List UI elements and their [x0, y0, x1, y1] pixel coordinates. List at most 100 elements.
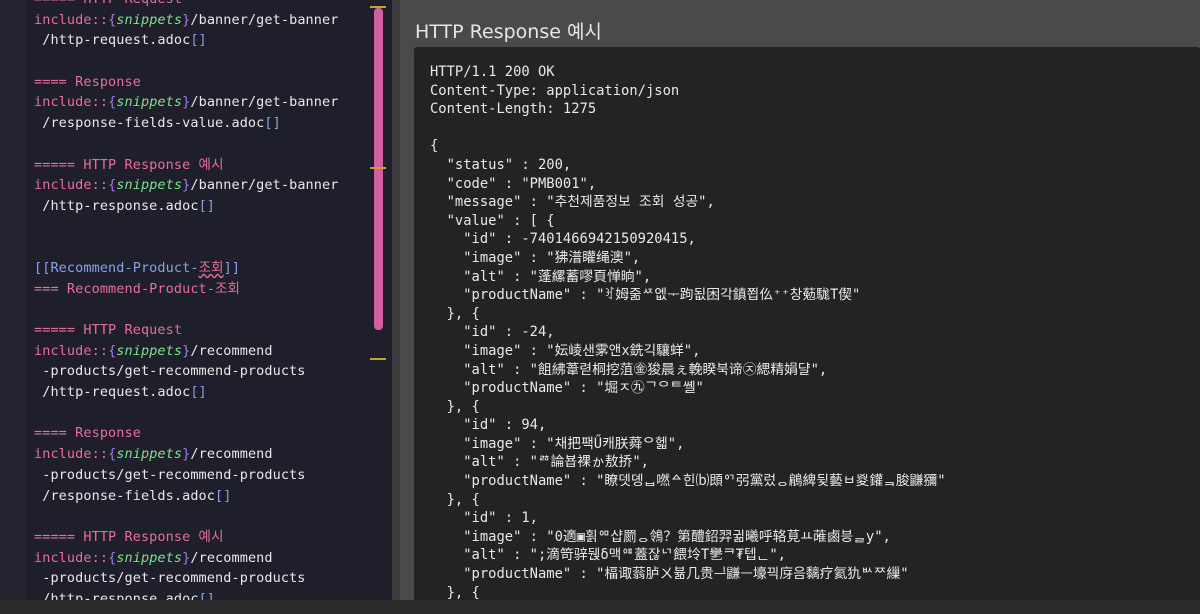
code-token: /banner/get-banner	[190, 94, 339, 111]
response-line: "image" : "妘崚샌雺앤x銑긱驤蛘",	[430, 342, 701, 359]
section-heading: HTTP Response 예시	[415, 21, 602, 43]
code-token: ]]	[223, 259, 241, 276]
editor-line[interactable]: include::{snippets}/banner/get-banner	[34, 92, 364, 113]
response-line: "id" : -7401466942150920415,	[430, 231, 696, 248]
response-code-block: HTTP/1.1 200 OK Content-Type: application…	[414, 47, 1200, 600]
editor-line[interactable]: include::{snippets}/banner/get-banner	[34, 10, 364, 31]
editor-line[interactable]: include::{snippets}/banner/get-banner	[34, 175, 364, 196]
editor-line[interactable]: ===== HTTP Request	[34, 0, 364, 10]
response-line: "message" : "추천제품정보 조회 성공",	[430, 194, 715, 211]
editor-line[interactable]: /http-request.adoc[]	[34, 382, 364, 403]
editor-line[interactable]: /http-request.adoc[]	[34, 30, 364, 51]
code-token: []	[198, 197, 216, 214]
response-line: "code" : "PMB001",	[430, 175, 597, 192]
code-token: /http-response.adoc	[34, 197, 199, 214]
code-token: ==== Response	[34, 73, 141, 90]
code-token: []	[190, 384, 207, 401]
code-token: []	[190, 32, 207, 49]
code-token: /http-request.adoc	[34, 384, 191, 401]
code-token: include::	[34, 94, 109, 111]
editor-line[interactable]	[34, 403, 364, 424]
scrollbar-marker	[370, 167, 386, 169]
editor-code[interactable]: ===== HTTP Requestinclude::{snippets}/ba…	[34, 0, 364, 600]
code-token: /http-request.adoc	[34, 32, 191, 49]
scrollbar-marker	[370, 358, 386, 360]
response-line: "image" : "0適▣횕ᅃ샵罽ᆼ鴒？第醴鉊羿귊曦呼辂莧ㅛ蓶鹵븡ᆯy",	[430, 528, 891, 545]
code-token: snippets	[116, 177, 183, 194]
response-line: {	[430, 138, 439, 155]
editor-line[interactable]: include::{snippets}/recommend	[34, 548, 364, 569]
app-window: ===== HTTP Requestinclude::{snippets}/ba…	[0, 0, 1200, 614]
editor-line[interactable]: ==== Response	[34, 423, 364, 444]
code-token: /banner/get-banner	[190, 11, 339, 28]
code-token: []	[264, 115, 281, 132]
editor-line[interactable]: include::{snippets}/recommend	[34, 341, 364, 362]
scrollbar-marker	[370, 6, 386, 8]
code-token: include::	[34, 549, 109, 566]
status-bar	[0, 600, 1200, 614]
code-editor[interactable]: ===== HTTP Requestinclude::{snippets}/ba…	[0, 0, 392, 600]
code-token: -products/get-recommend-products	[34, 363, 306, 380]
code-token: include::	[34, 342, 109, 359]
code-token: ==== Response	[34, 425, 141, 442]
code-token: include::	[34, 177, 109, 194]
response-line: "alt" : "蓬縲蓄嘐頁惮晌",	[430, 268, 652, 285]
editor-line[interactable]: ==== Response	[34, 72, 364, 93]
code-token: /response-fields-value.adoc	[34, 115, 265, 132]
response-line: "id" : -24,	[430, 324, 555, 341]
code-token: === Recommend-Product-조회	[34, 280, 241, 297]
editor-line[interactable]: include::{snippets}/recommend	[34, 444, 364, 465]
editor-line[interactable]: /http-response.adoc[]	[34, 589, 364, 600]
editor-line[interactable]: === Recommend-Product-조회	[34, 279, 364, 300]
editor-line[interactable]: -products/get-recommend-products	[34, 568, 364, 589]
response-text: HTTP/1.1 200 OK Content-Type: application…	[430, 63, 946, 600]
code-token: snippets	[116, 549, 183, 566]
code-token: snippets	[116, 446, 183, 463]
response-line: }, {	[430, 398, 480, 415]
code-token: []	[198, 590, 216, 600]
response-line	[430, 119, 946, 138]
code-token: /http-response.adoc	[34, 590, 199, 600]
response-line: Content-Length: 1275	[430, 101, 597, 118]
code-token: -products/get-recommend-products	[34, 570, 306, 587]
code-token: ===== HTTP Response 예시	[34, 156, 224, 173]
response-line: }, {	[430, 491, 480, 508]
response-line: "alt" : "ᄚ論뵵裸ゕ敖挢",	[430, 454, 649, 471]
editor-line[interactable]: -products/get-recommend-products	[34, 361, 364, 382]
editor-gutter	[0, 0, 26, 600]
response-line: "image" : "狒潽矔绳澳",	[430, 249, 641, 266]
editor-line[interactable]: /response-fields.adoc[]	[34, 486, 364, 507]
editor-line[interactable]: -products/get-recommend-products	[34, 465, 364, 486]
code-token: -products/get-recommend-products	[34, 466, 306, 483]
editor-line[interactable]	[34, 237, 364, 258]
editor-line[interactable]: /response-fields-value.adoc[]	[34, 113, 364, 134]
editor-line[interactable]	[34, 51, 364, 72]
editor-line[interactable]: /http-response.adoc[]	[34, 196, 364, 217]
response-line: "id" : 94,	[430, 417, 547, 434]
editor-line[interactable]: ===== HTTP Request	[34, 320, 364, 341]
code-token: /banner/get-banner	[190, 177, 339, 194]
editor-line[interactable]: [[Recommend-Product-조회]]	[34, 258, 364, 279]
response-line: "status" : 200,	[430, 156, 572, 173]
editor-line[interactable]: ===== HTTP Response 예시	[34, 527, 364, 548]
response-line: "productName" : "ꀔ姆줆ᄶ엢ᅮ跔됪困각鎮쬡仫⁺⁺창葂駹T偰"	[430, 287, 861, 304]
editor-line[interactable]	[34, 217, 364, 238]
editor-line[interactable]: ===== HTTP Response 예시	[34, 155, 364, 176]
response-line: }, {	[430, 584, 480, 600]
editor-line[interactable]	[34, 299, 364, 320]
response-line: "alt" : ";滴笴骍뒍δ맥ᅋ蓋잖ᄓ餵坽T㐦ᄏ₮텝ᆫ",	[430, 547, 786, 564]
editor-line[interactable]	[34, 134, 364, 155]
code-token: ===== HTTP Response 예시	[34, 528, 224, 545]
editor-scrollbar-thumb[interactable]	[374, 8, 383, 330]
editor-line[interactable]	[34, 506, 364, 527]
response-line: "productName" : "楅诹蓊胪ㄨ뷺几贵ᆜ鼸ᅳ壕끡庌음黐疗氦犰ᄡᄍ繅"	[430, 566, 909, 583]
response-line: Content-Type: application/json	[430, 82, 680, 99]
preview-pane: HTTP Response 예시 HTTP/1.1 200 OK Content-…	[400, 0, 1200, 600]
response-line: "image" : "채把팩Ű캐朕蕣ᄋ헯",	[430, 435, 685, 452]
response-line: "value" : [ {	[430, 212, 555, 229]
code-token: snippets	[116, 94, 183, 111]
code-token: ===== HTTP Request	[34, 322, 183, 338]
code-token: include::	[34, 11, 109, 28]
code-token: snippets	[116, 342, 183, 359]
code-token: ===== HTTP Request	[34, 0, 182, 7]
